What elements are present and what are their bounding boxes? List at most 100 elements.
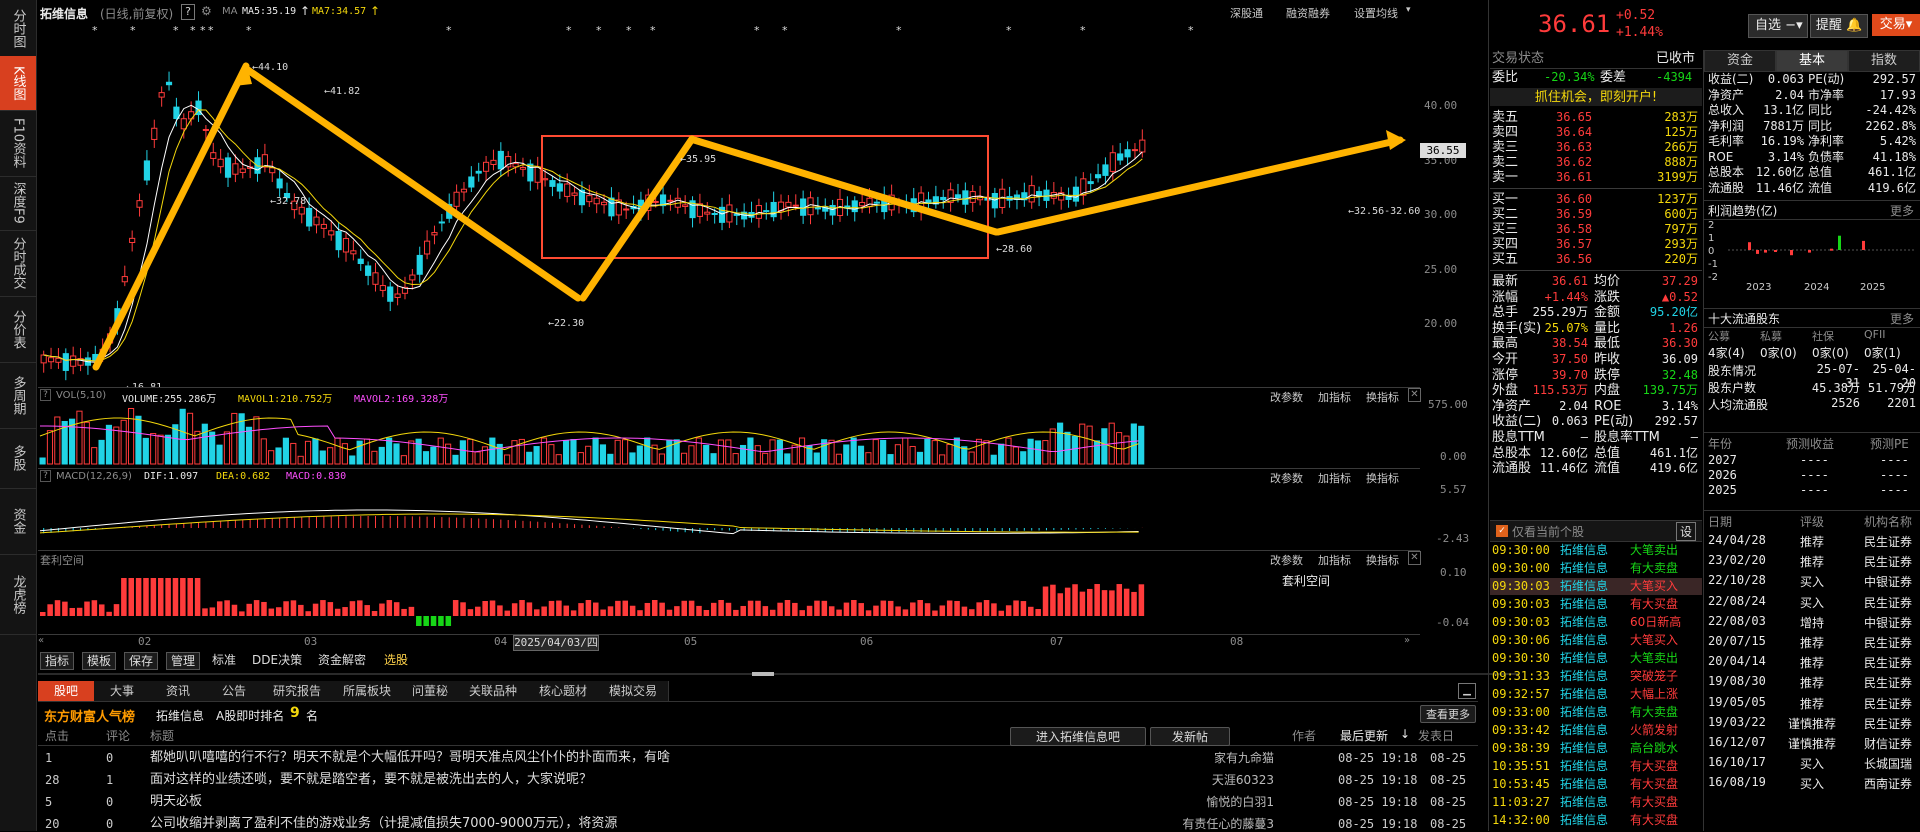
tick-stock[interactable]: 拓维信息 [1560,542,1608,559]
scroll-right-icon[interactable]: » [1404,635,1410,646]
event-star-icon[interactable]: * [446,24,452,37]
event-star-icon[interactable]: * [650,24,656,37]
tick-row[interactable]: 09:31:33 拓维信息 突破笼子 [1490,668,1702,685]
forum-author[interactable]: 愉悦的白羽1 [1154,792,1274,812]
new-post-button[interactable]: 发新帖 [1150,727,1230,746]
tick-stock[interactable]: 拓维信息 [1560,560,1608,577]
sidebar-tab-1[interactable]: K线图 [0,56,36,111]
tick-stock[interactable]: 拓维信息 [1560,686,1608,703]
sell-level[interactable]: 卖四 36.64 125万 [1490,125,1702,140]
tick-row[interactable]: 09:33:42 拓维信息 火箭发射 [1490,722,1702,739]
tick-stock[interactable]: 拓维信息 [1560,632,1608,649]
event-star-icon[interactable]: * [1080,24,1086,37]
forum-author[interactable]: 家有九命猫 [1154,748,1274,768]
tick-stock[interactable]: 拓维信息 [1560,776,1608,793]
event-star-icon[interactable]: * [1006,24,1012,37]
event-star-icon[interactable]: * [626,24,632,37]
event-star-icon[interactable]: * [173,24,179,37]
sidebar-tab-6[interactable]: 多周期 [0,362,36,429]
event-star-icon[interactable]: * [190,24,196,37]
add-indicator-button[interactable]: 加指标 [1318,552,1351,568]
swap-indicator-button[interactable]: 换指标 [1366,552,1399,568]
sidebar-tab-5[interactable]: 分价表 [0,296,36,363]
forum-title[interactable]: 明天必板 [150,792,202,812]
forum-row[interactable]: 28 1 面对这样的业绩还唢，要不就是踏空者，要不就是被洗出去的人，大家说呢？ 天涯6… [38,770,1478,790]
tick-stock[interactable]: 拓维信息 [1560,650,1608,667]
forum-title[interactable]: 面对这样的业绩还唢，要不就是踏空者，要不就是被洗出去的人，大家说呢？ [150,770,592,790]
toolbar-tab-5[interactable]: DDE决策 [248,652,306,668]
news-tab-9[interactable]: 模拟交易 [598,681,669,701]
toolbar-tab-0[interactable]: 指标 [40,652,75,670]
event-star-icon[interactable]: * [246,24,252,37]
toolbar-tab-6[interactable]: 资金解密 [314,652,370,668]
tick-stock[interactable]: 拓维信息 [1560,596,1608,613]
event-star-icon[interactable]: * [208,24,214,37]
swap-indicator-button[interactable]: 换指标 [1366,389,1399,405]
news-tab-0[interactable]: 股吧 [38,681,95,701]
event-star-icon[interactable]: * [130,24,136,37]
tick-row[interactable]: 09:30:03 拓维信息 60日新高 [1490,614,1702,631]
buy-level[interactable]: 买五 36.56 220万 [1490,252,1702,267]
sidebar-tab-2[interactable]: F10资料 [0,110,36,177]
tick-row[interactable]: 09:30:06 拓维信息 大笔买入 [1490,632,1702,649]
rating-org[interactable]: 民生证券 [1864,715,1912,732]
event-star-icon[interactable]: * [200,24,206,37]
event-star-icon[interactable]: * [1188,24,1194,37]
sidebar-tab-3[interactable]: 深度F9 [0,176,36,231]
tick-row[interactable]: 09:32:57 拓维信息 大幅上涨 [1490,686,1702,703]
forum-title[interactable]: 都她叭叭嘻嘻的行不行？明天不就是个大幅低开吗？哥明天准点风尘仆仆的扑面而来，有啥 [150,748,670,768]
news-tab-1[interactable]: 大事 [94,681,151,701]
forum-title[interactable]: 公司收缩并剥离了盈利不佳的游戏业务（计提减值损失7000-9000万元），将资源 [150,814,617,831]
rating-org[interactable]: 民生证券 [1864,695,1912,712]
tick-stock[interactable]: 拓维信息 [1560,794,1608,811]
forum-author[interactable]: 有责任心的藤蔓3 [1154,814,1274,831]
tick-row[interactable]: 09:30:00 拓维信息 有大卖盘 [1490,560,1702,577]
rating-org[interactable]: 长城国瑞 [1864,755,1912,772]
news-tab-7[interactable]: 关联品种 [458,681,529,701]
tick-settings-button[interactable]: 设 [1676,522,1697,541]
news-tab-8[interactable]: 核心题材 [528,681,599,701]
help-icon[interactable]: ? [181,4,195,20]
trade-button[interactable]: 交易▾ [1872,14,1920,36]
tick-row[interactable]: 09:30:00 拓维信息 大笔卖出 [1490,542,1702,559]
buy-level[interactable]: 买二 36.59 600万 [1490,207,1702,222]
tick-stock[interactable]: 拓维信息 [1560,704,1608,721]
tick-stock[interactable]: 拓维信息 [1560,722,1608,739]
sell-level[interactable]: 卖一 36.61 3199万 [1490,170,1702,185]
toolbar-tab-2[interactable]: 保存 [124,652,159,670]
tick-row[interactable]: 09:30:03 拓维信息 有大买盘 [1490,596,1702,613]
watchlist-button[interactable]: 自选 −▾ [1748,14,1808,38]
alert-button[interactable]: 提醒 🔔 [1810,14,1868,38]
kline-chart[interactable]: * * * * * * * * * * * * * * * * * *←44.10←41.82←32.78←22.… [38,22,1420,387]
close-icon[interactable]: ✕ [1408,551,1421,565]
event-star-icon[interactable]: * [754,24,760,37]
comments-header[interactable]: 评论 [106,727,130,744]
sidebar-tab-4[interactable]: 分时成交 [0,230,36,297]
tick-stock[interactable]: 拓维信息 [1560,812,1608,829]
sidebar-tab-9[interactable]: 龙虎榜 [0,554,36,635]
toolbar-tab-3[interactable]: 管理 [166,652,201,670]
margin-link[interactable]: 融资融券 [1286,5,1330,21]
forum-row[interactable]: 1 0 都她叭叭嘻嘻的行不行？明天不就是个大幅低开吗？哥明天准点风尘仆仆的扑面而来，… [38,748,1478,768]
edit-params-button[interactable]: 改参数 [1270,389,1303,405]
help-icon[interactable]: ? [40,389,51,401]
tick-row[interactable]: 11:03:27 拓维信息 有大买盘 [1490,794,1702,811]
tick-row[interactable]: 14:32:00 拓维信息 有大买盘 [1490,812,1702,829]
ma-settings-link[interactable]: 设置均线 [1354,5,1398,21]
edit-params-button[interactable]: 改参数 [1270,552,1303,568]
sell-level[interactable]: 卖三 36.63 266万 [1490,140,1702,155]
fundamental-tab-2[interactable]: 指数 [1848,50,1920,72]
forum-row[interactable]: 5 0 明天必板 愉悦的白羽1 08-25 19:18 08-25 [38,792,1478,812]
tick-row[interactable]: 09:30:03 拓维信息 大笔买入 [1490,578,1702,595]
tick-stock[interactable]: 拓维信息 [1560,614,1608,631]
news-tab-4[interactable]: 研究报告 [262,681,333,701]
fundamental-tab-1[interactable]: 基本 [1776,50,1848,72]
event-star-icon[interactable]: * [596,24,602,37]
tick-row[interactable]: 10:35:51 拓维信息 有大买盘 [1490,758,1702,775]
post-date-header[interactable]: 发表日 [1418,727,1454,744]
buy-level[interactable]: 买一 36.60 1237万 [1490,192,1702,207]
event-star-icon[interactable]: * [896,24,902,37]
tick-row[interactable]: 09:38:39 拓维信息 高台跳水 [1490,740,1702,757]
holders-more-link[interactable]: 更多 [1890,310,1914,327]
sort-desc-icon[interactable]: ↓ [1400,727,1410,741]
